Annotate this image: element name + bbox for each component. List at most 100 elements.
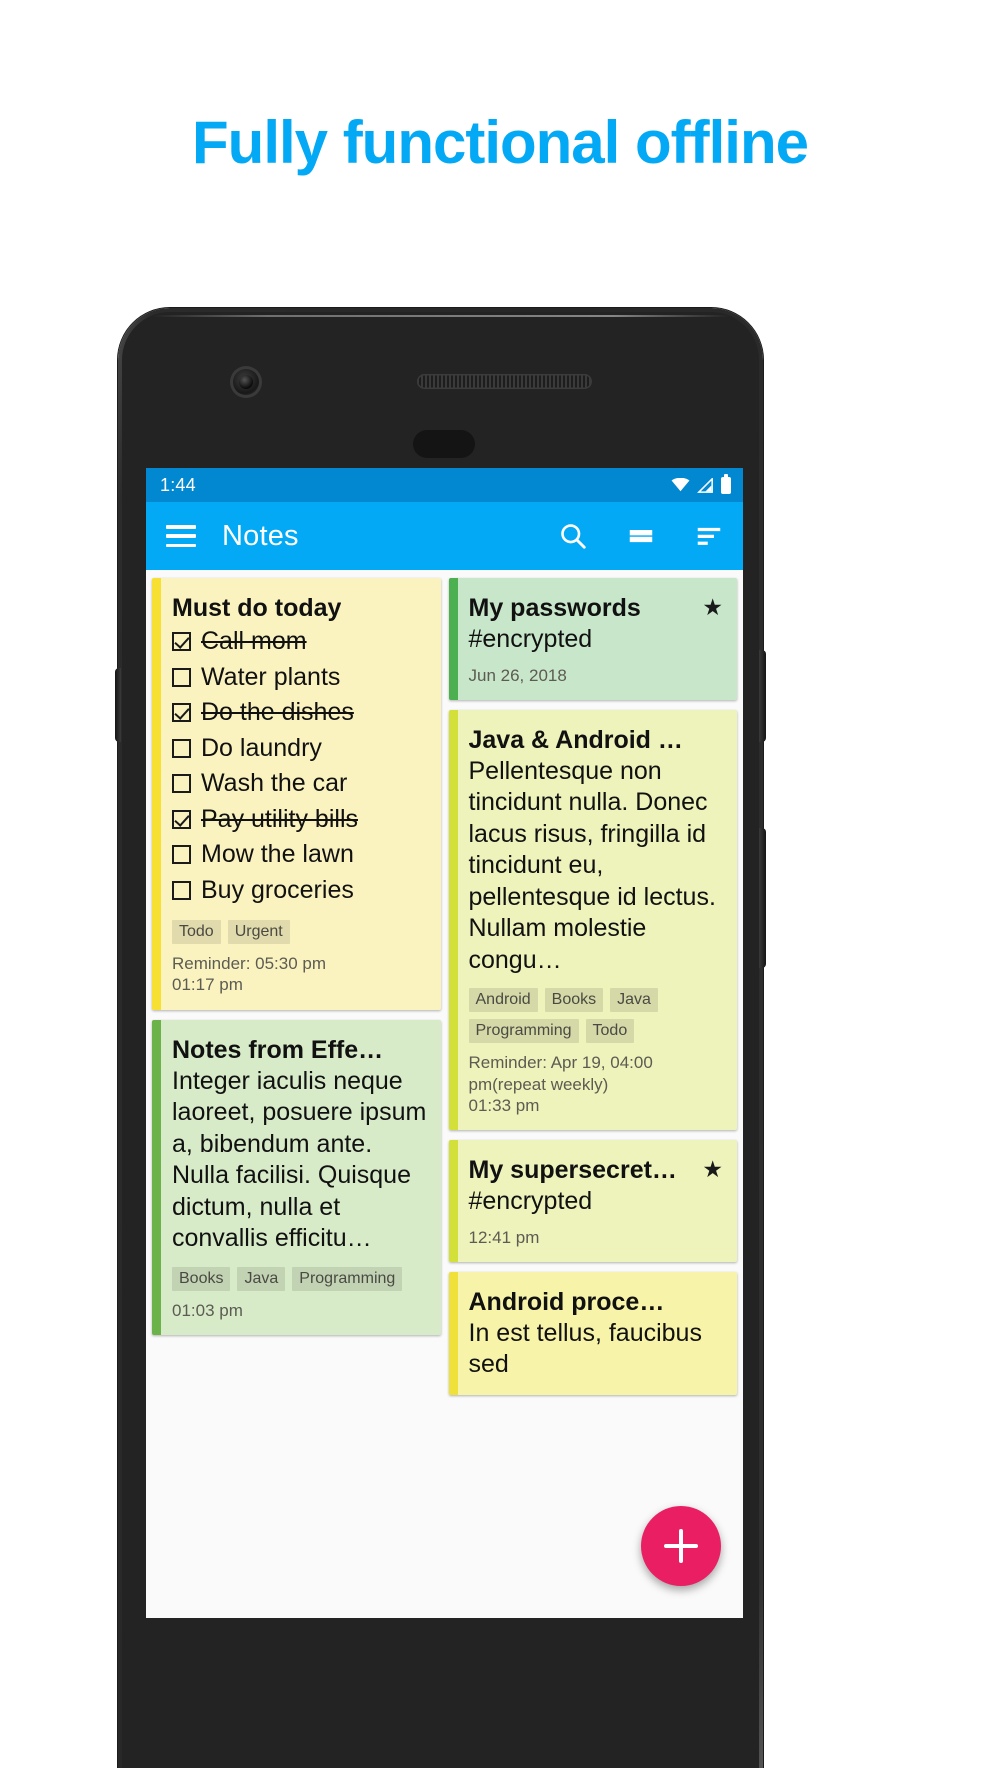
checkbox-icon[interactable] [172,667,191,687]
favorite-star-icon[interactable]: ★ [702,1158,723,1181]
checkbox-icon[interactable] [172,880,191,900]
tag-chip[interactable]: Android [468,988,538,1013]
app-toolbar: Notes [146,502,743,570]
note-header: Java & Android … [469,726,724,754]
tag-chip[interactable]: Java [237,1266,286,1291]
note-header: Notes from Effe… [172,1036,427,1064]
checklist-item[interactable]: Wash the car [172,766,427,802]
note-reminder: Reminder: 05:30 pm [172,954,327,973]
note-body: Integer iaculis neque laoreet, posuere i… [172,1066,427,1253]
note-title: Java & Android … [468,725,683,754]
layout-view-icon[interactable] [625,520,657,552]
checklist-item-label: Do laundry [201,733,322,762]
tag-chip[interactable]: Todo [585,1019,635,1044]
note-header: Must do today [172,594,427,622]
note-color-stripe [448,1271,458,1395]
note-tags: Books Java Programming [172,1266,427,1291]
checklist-item[interactable]: Call mom [172,624,427,660]
checklist-item-label: Mow the lawn [201,840,354,868]
phone-bezel: 1:44 Notes Must do today Call mom Water … [122,312,759,1768]
note-body: In est tellus, faucibus sed [468,1318,702,1379]
note-tags: Android Books Java Programming Todo [468,988,724,1044]
tag-chip[interactable]: Programming [468,1019,579,1044]
status-bar: 1:44 [146,468,743,502]
note-card[interactable]: Notes from Effe… Integer iaculis neque l… [152,1019,441,1335]
notes-grid[interactable]: Must do today Call mom Water plants Do t… [146,570,743,1618]
checkbox-icon[interactable] [172,845,191,865]
proximity-sensor-icon [413,430,475,458]
wifi-icon [671,478,690,492]
note-color-stripe [448,1140,458,1262]
note-card[interactable]: Android proce… In est tellus, faucibus s… [448,1271,737,1395]
signal-icon [697,477,713,493]
checkbox-icon[interactable] [172,703,191,723]
note-card[interactable]: My passwords ★ #encrypted Jun 26, 2018 [448,578,737,700]
note-title: Android proce… [468,1287,665,1316]
battery-icon [721,473,731,494]
checklist-item-label: Water plants [201,662,341,691]
page-title: Fully functional offline [192,109,809,176]
note-title: Notes from Effe… [172,1035,384,1064]
left-side-button[interactable] [115,668,121,742]
tag-chip[interactable]: Books [172,1266,231,1291]
page-root: Fully functional offline 1:44 Notes Must… [0,0,1000,1768]
checkbox-icon[interactable] [172,809,191,829]
checklist-item[interactable]: Do laundry [172,731,427,767]
checklist-item[interactable]: Buy groceries [172,873,427,909]
note-card[interactable]: My supersecret… ★ #encrypted 12:41 pm [448,1140,737,1262]
status-bar-icons [671,473,731,494]
checklist-item-label: Pay utility bills [201,804,358,833]
note-title: My passwords [468,594,641,622]
note-timestamp: Jun 26, 2018 [468,665,567,685]
phone-screen: 1:44 Notes Must do today Call mom Water … [146,468,743,1618]
checklist-item[interactable]: Do the dishes [172,695,427,731]
notes-column-right: My passwords ★ #encrypted Jun 26, 2018 J… [448,578,737,1618]
note-checklist: Call mom Water plants Do the dishes Do l… [172,624,427,908]
checkbox-icon[interactable] [172,774,191,794]
note-body: #encrypted [468,1187,593,1215]
note-body: Pellentesque non tincidunt nulla. Donec … [468,756,716,974]
note-card[interactable]: Java & Android … Pellentesque non tincid… [448,709,737,1130]
sort-icon[interactable] [693,520,725,552]
toolbar-actions [557,520,725,552]
tag-chip[interactable]: Java [610,988,658,1013]
earpiece-speaker-icon [417,374,592,389]
volume-button[interactable] [759,828,766,968]
note-color-stripe [152,1019,161,1335]
note-timestamp: 01:03 pm [172,1300,243,1320]
checklist-item-label: Wash the car [201,769,348,797]
note-title: Must do today [172,594,342,622]
tag-chip[interactable]: Books [544,988,604,1013]
front-camera-icon [230,366,262,398]
checkbox-icon[interactable] [172,738,191,758]
checkbox-icon[interactable] [172,632,191,652]
note-body: #encrypted [468,625,593,653]
note-color-stripe [448,709,458,1130]
bezel-highlight [152,315,729,317]
tag-chip[interactable]: Todo [172,920,221,944]
hamburger-menu-icon[interactable] [166,525,196,547]
tag-chip[interactable]: Urgent [227,920,290,944]
note-timestamp: 01:17 pm [172,975,243,995]
note-header: My supersecret… ★ [469,1156,724,1184]
status-bar-clock: 1:44 [160,474,196,495]
favorite-star-icon[interactable]: ★ [702,596,723,619]
search-icon[interactable] [557,520,589,552]
note-color-stripe [448,578,458,700]
checklist-item-label: Buy groceries [201,875,354,904]
note-title: My supersecret… [468,1156,677,1184]
note-card[interactable]: Must do today Call mom Water plants Do t… [152,578,441,1010]
checklist-item[interactable]: Pay utility bills [172,802,427,838]
add-note-fab[interactable] [641,1506,721,1586]
checklist-item[interactable]: Water plants [172,660,427,696]
note-color-stripe [152,578,161,1010]
note-timestamp: 12:41 pm [468,1227,540,1247]
note-tags: Todo Urgent [172,920,427,944]
checklist-item[interactable]: Mow the lawn [172,837,427,873]
power-button[interactable] [759,650,766,742]
checklist-item-label: Call mom [201,627,307,655]
note-reminder: Reminder: Apr 19, 04:00 pm(repeat weekly… [468,1053,653,1094]
tag-chip[interactable]: Programming [292,1266,403,1291]
note-header: My passwords ★ [469,594,724,622]
app-title: Notes [222,519,299,552]
